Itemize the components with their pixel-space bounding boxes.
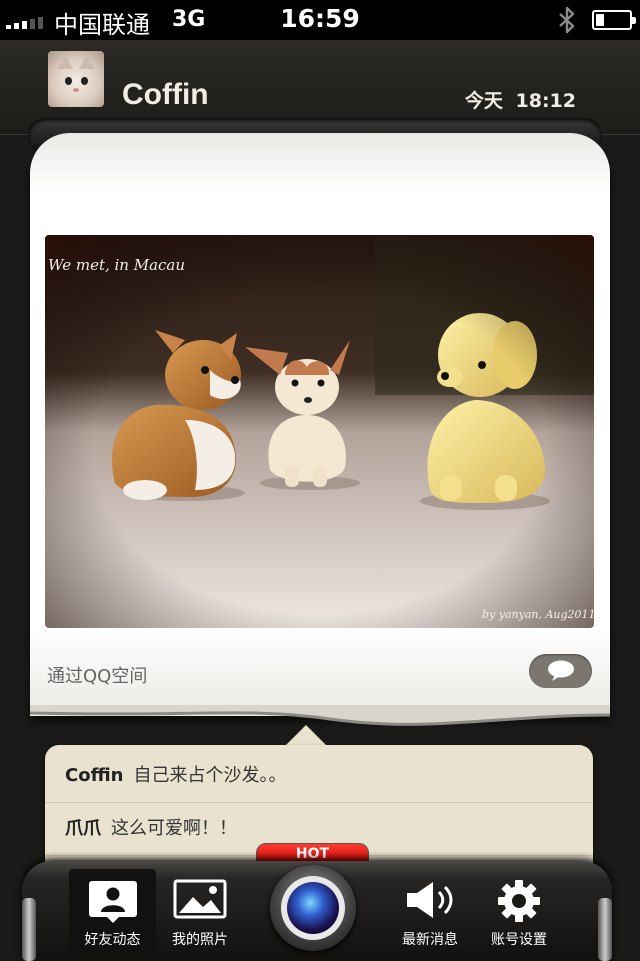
speech-bubble-icon — [548, 660, 574, 681]
camera-button[interactable] — [270, 865, 356, 951]
gear-icon — [498, 880, 540, 922]
post-timestamp: 今天 18:12 — [464, 90, 576, 112]
tab-label: 账号设置 — [491, 932, 547, 948]
comment-author[interactable]: 爪爪 — [65, 818, 101, 839]
photo-icon — [173, 879, 227, 919]
comment-pointer — [285, 725, 327, 746]
contact-card-icon — [88, 881, 137, 923]
photo-caption-bottom: by yanyan, Aug2011 — [482, 608, 594, 621]
tab-label: 我的照片 — [172, 932, 228, 948]
tab-bar-right-edge — [598, 898, 612, 961]
tab-bar-left-edge — [22, 898, 36, 961]
comment-text: 自己来占个沙发。。 — [133, 765, 287, 786]
battery-icon — [592, 10, 636, 30]
photo-caption-top: We met, in Macau — [48, 256, 186, 274]
status-time: 16:59 — [280, 4, 360, 33]
bluetooth-icon — [559, 6, 575, 34]
tab-label: 最新消息 — [402, 932, 458, 948]
comment-item[interactable]: Coffin 自己来占个沙发。。 — [45, 749, 593, 803]
avatar[interactable] — [48, 51, 104, 107]
status-bar: 中国联通 3G 16:59 — [0, 0, 640, 40]
post-author-name[interactable]: Coffin — [122, 78, 209, 112]
comment-text: 这么可爱啊！！ — [111, 818, 237, 839]
post-photo[interactable] — [45, 235, 594, 628]
tab-friends-feed[interactable]: 好友动态 — [69, 869, 156, 953]
tab-account-settings[interactable]: 账号设置 — [480, 869, 558, 953]
comment-button[interactable] — [529, 654, 592, 688]
tab-label: 好友动态 — [84, 932, 141, 948]
tab-my-photos[interactable]: 我的照片 — [160, 869, 240, 953]
photo-image — [45, 235, 594, 628]
comment-author[interactable]: Coffin — [65, 765, 123, 786]
speaker-icon — [407, 882, 453, 918]
tab-latest-messages[interactable]: 最新消息 — [392, 869, 468, 953]
post-source: 通过QQ空间 — [47, 666, 148, 687]
battery-level — [596, 14, 604, 26]
